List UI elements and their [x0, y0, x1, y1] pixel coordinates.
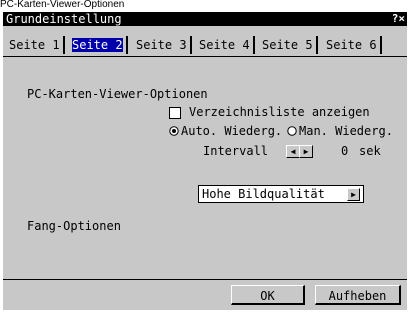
tab-seite-5[interactable]: Seite 5 — [260, 36, 318, 54]
capture-quality-select[interactable]: Hohe Bildqualität ▶ — [198, 185, 364, 203]
interval-increase-button[interactable]: ▶ — [299, 145, 313, 158]
cancel-button[interactable]: Aufheben — [315, 285, 401, 305]
tab-seite-6[interactable]: Seite 6 — [324, 36, 382, 54]
auto-playback-radio[interactable] — [169, 126, 179, 136]
tab-seite-4[interactable]: Seite 4 — [197, 36, 255, 54]
directory-list-checkbox[interactable] — [169, 107, 181, 119]
footer-divider — [3, 279, 407, 280]
dialog-title: Grundeinstellung — [6, 12, 122, 26]
interval-value: 0 — [341, 144, 349, 158]
capture-options-label: Fang-Optionen — [27, 219, 121, 233]
directory-list-label: Verzeichnisliste anzeigen — [189, 105, 370, 119]
manual-playback-label: Man. Wiederg. — [299, 124, 393, 138]
title-bar: Grundeinstellung ?× — [3, 12, 407, 26]
dropdown-arrow-icon[interactable]: ▶ — [347, 188, 360, 201]
interval-label: Intervall — [203, 144, 269, 158]
page-caption: PC-Karten-Viewer-Optionen — [0, 0, 125, 10]
manual-playback-radio[interactable] — [287, 126, 297, 136]
interval-unit: sek — [359, 144, 381, 158]
tab-seite-3[interactable]: Seite 3 — [134, 36, 192, 54]
viewer-options-heading: PC-Karten-Viewer-Optionen — [27, 87, 208, 101]
tab-panel: PC-Karten-Viewer-Optionen Verzeichnislis… — [3, 57, 407, 279]
help-icon[interactable]: ? — [392, 13, 399, 25]
auto-playback-label: Auto. Wiederg. — [181, 124, 283, 138]
tab-seite-2[interactable]: Seite 2 — [70, 36, 128, 54]
interval-decrease-button[interactable]: ◀ — [286, 145, 300, 158]
settings-dialog: Grundeinstellung ?× Seite 1 Seite 2 Seit… — [3, 12, 407, 310]
close-icon[interactable]: × — [398, 13, 405, 25]
capture-quality-value: Hohe Bildqualität — [202, 187, 325, 201]
ok-button[interactable]: OK — [231, 285, 305, 305]
tab-seite-1[interactable]: Seite 1 — [7, 36, 65, 54]
